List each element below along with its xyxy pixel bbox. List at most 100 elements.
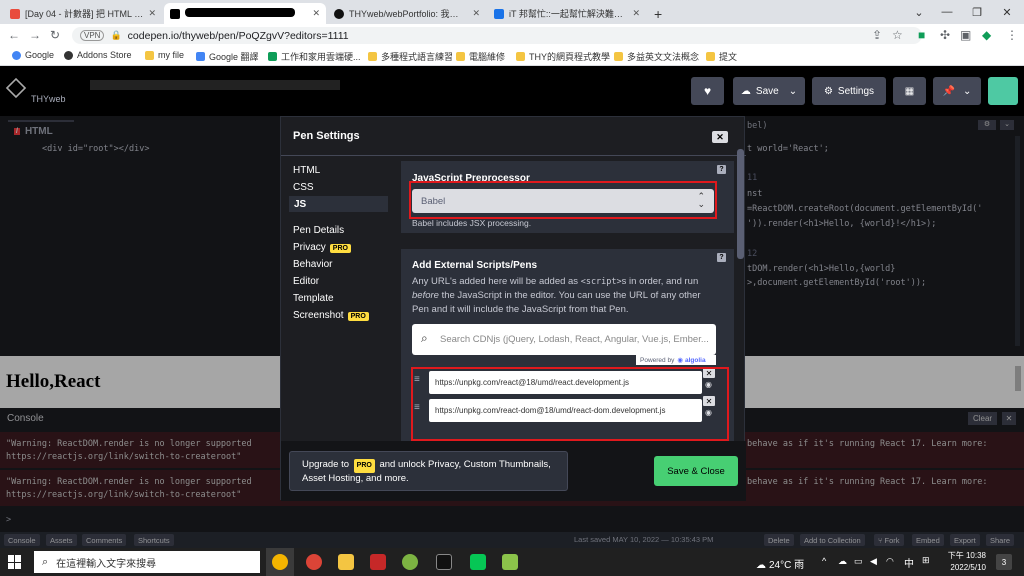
tab-close-icon[interactable]: ✕ (632, 8, 640, 19)
bookmark-folder-thy[interactable]: THY的網頁程式教學 (516, 50, 610, 63)
codepen-logo-icon[interactable] (5, 77, 27, 99)
browser-tab-day04[interactable]: [Day 04 - 計數器] 把 HTML 寫在 ✕ (4, 3, 162, 24)
avatar[interactable] (988, 77, 1018, 105)
chrome-icon[interactable] (272, 554, 288, 570)
bookmark-star-icon[interactable]: ☆ (892, 29, 903, 42)
bookmark-google[interactable]: Google (12, 50, 54, 60)
settings-nav-template[interactable]: Template (293, 293, 334, 304)
powered-by-algolia[interactable]: Powered by ◉ algolia (636, 355, 716, 365)
maximize-icon[interactable]: ❐ (962, 0, 992, 24)
settings-nav-editor[interactable]: Editor (293, 276, 319, 287)
layout-grid-icon: ▦ (904, 85, 915, 97)
forward-icon[interactable]: → (29, 29, 41, 42)
settings-nav-screenshot[interactable]: Screenshot PRO (293, 310, 369, 321)
bookmark-folder-toeic[interactable]: 多益英文文法概念 (614, 50, 699, 63)
help-icon[interactable]: ? (717, 253, 726, 262)
settings-nav-privacy[interactable]: Privacy PRO (293, 242, 351, 253)
notepad-icon[interactable] (502, 554, 518, 570)
bookmark-google-translate[interactable]: Google 翻譯 (196, 50, 259, 63)
layout-button[interactable]: ▦ (893, 77, 926, 105)
like-heart-button[interactable]: ♥ (691, 77, 724, 105)
cloud-icon: ☁ (740, 85, 751, 97)
settings-nav-css[interactable]: CSS (293, 182, 314, 193)
tab-search-icon[interactable]: ⌄ (904, 0, 934, 24)
extensions-puzzle-icon[interactable]: ✣ (940, 29, 950, 42)
bookmark-folder-other[interactable]: 提文 (706, 50, 737, 63)
bookmark-folder-repair[interactable]: 電腦維修 (456, 50, 505, 63)
algolia-icon: ◉ (677, 357, 683, 364)
windows-start-icon[interactable] (8, 555, 22, 569)
save-button[interactable]: ☁ Save ⌄ (733, 77, 805, 105)
settings-nav-html[interactable]: HTML (293, 165, 320, 176)
codepen-header: THYweb ♥ ☁ Save ⌄ ⚙ Settings ▦ 📌 ⌄ (0, 66, 1024, 116)
pen-owner[interactable]: THYweb (31, 94, 66, 104)
settings-scrollbar[interactable] (737, 149, 744, 259)
file-explorer-icon[interactable] (338, 554, 354, 570)
new-tab-button[interactable]: + (648, 3, 668, 24)
ime-mode-icon[interactable]: ⊞ (922, 555, 930, 566)
gift-app-icon[interactable] (370, 554, 386, 570)
chrome-alt-icon[interactable] (306, 554, 322, 570)
notification-center-icon[interactable]: 3 (996, 554, 1012, 570)
browser-tab-ithome[interactable]: iT 邦幫忙::一起幫忙解決難題，拯 ✕ (488, 3, 646, 24)
settings-nav-js[interactable]: JS (289, 196, 388, 212)
taskbar-search-box[interactable]: ⌕ 在這裡輸入文字來搜尋 (34, 551, 260, 573)
pin-button[interactable]: 📌 ⌄ (933, 77, 981, 105)
cdnjs-search-input[interactable]: ⌕ Search CDNjs (jQuery, Lodash, React, A… (412, 324, 716, 355)
weather-cloud-icon: ☁ (756, 560, 766, 571)
tab-favicon-icon (170, 8, 180, 19)
settings-nav-pen-details[interactable]: Pen Details (293, 225, 344, 236)
settings-nav-behavior[interactable]: Behavior (293, 259, 332, 270)
settings-button[interactable]: ⚙ Settings (812, 77, 886, 105)
help-icon[interactable]: ? (717, 165, 726, 174)
tab-title: THYweb/webPortfolio: 我叫湯... (349, 9, 468, 19)
ime-indicator[interactable]: 中 (904, 555, 914, 570)
pen-settings-modal: Pen Settings ✕ HTML CSS JS Pen Details P… (280, 116, 746, 501)
side-panel-icon[interactable]: ▣ (960, 29, 971, 42)
bookmark-my-file[interactable]: my file (145, 50, 184, 60)
translate-icon (196, 52, 205, 61)
bookmark-folder-programming[interactable]: 多種程式語言練習 (368, 50, 453, 63)
share-icon[interactable]: ⇪ (872, 29, 882, 42)
bookmark-addons-store[interactable]: Addons Store (64, 50, 132, 60)
tray-chevron-icon[interactable]: ^ (822, 556, 826, 566)
minimize-icon[interactable]: — (932, 0, 962, 24)
browser-toolbar: ← → ↻ VPN 🔒 codepen.io/thyweb/pen/PoQZgv… (0, 24, 1024, 47)
upgrade-pro-banner[interactable]: Upgrade to PRO and unlock Privacy, Custo… (289, 451, 568, 491)
line-icon[interactable] (470, 554, 486, 570)
volume-icon[interactable]: ◀ (870, 556, 877, 567)
pen-title-redacted (90, 80, 340, 90)
weather-widget[interactable]: ☁ 24°C 雨 (756, 556, 804, 571)
wifi-icon[interactable]: ◠ (886, 556, 894, 567)
extension-icon[interactable]: ■ (918, 29, 925, 42)
back-icon[interactable]: ← (8, 29, 20, 42)
settings-content: JavaScript Preprocessor ? Babel ⌃ ⌄ Babel… (401, 161, 734, 441)
app-icon[interactable] (402, 554, 418, 570)
profile-shield-icon[interactable]: ◆ (982, 29, 991, 42)
window-close-icon[interactable]: ✕ (992, 0, 1022, 24)
browser-tab-codepen[interactable]: ✕ (164, 3, 326, 24)
modal-close-button[interactable]: ✕ (712, 131, 728, 143)
taskbar-clock[interactable]: 下午 10:38 2022/5/10 (938, 550, 986, 574)
annotation-red-box (409, 181, 717, 219)
browser-tab-github[interactable]: THYweb/webPortfolio: 我叫湯... ✕ (328, 3, 486, 24)
reload-icon[interactable]: ↻ (50, 29, 60, 42)
address-bar[interactable]: VPN 🔒 codepen.io/thyweb/pen/PoQZgvV?edit… (72, 27, 922, 44)
network-icon[interactable]: ▭ (854, 556, 863, 567)
tab-title-redacted (185, 8, 307, 19)
tab-close-icon[interactable]: ✕ (148, 8, 156, 19)
chrome-menu-icon[interactable]: ⋮ (1006, 29, 1018, 42)
tab-close-icon[interactable]: ✕ (312, 8, 320, 19)
tab-close-icon[interactable]: ✕ (472, 8, 480, 19)
search-icon: ⌕ (421, 331, 428, 345)
lock-icon[interactable]: 🔒 (110, 30, 121, 41)
external-scripts-title: Add External Scripts/Pens (412, 260, 538, 271)
bookmark-google-drive[interactable]: 工作和家用雲端硬... (268, 50, 361, 63)
terminal-icon[interactable] (436, 554, 452, 570)
pro-badge: PRO (353, 459, 375, 473)
vpn-badge[interactable]: VPN (80, 30, 105, 41)
addons-icon (64, 50, 73, 60)
chevron-down-icon[interactable]: ⌄ (789, 86, 797, 97)
onedrive-icon[interactable]: ☁ (838, 556, 847, 567)
save-close-button[interactable]: Save & Close (654, 456, 738, 486)
